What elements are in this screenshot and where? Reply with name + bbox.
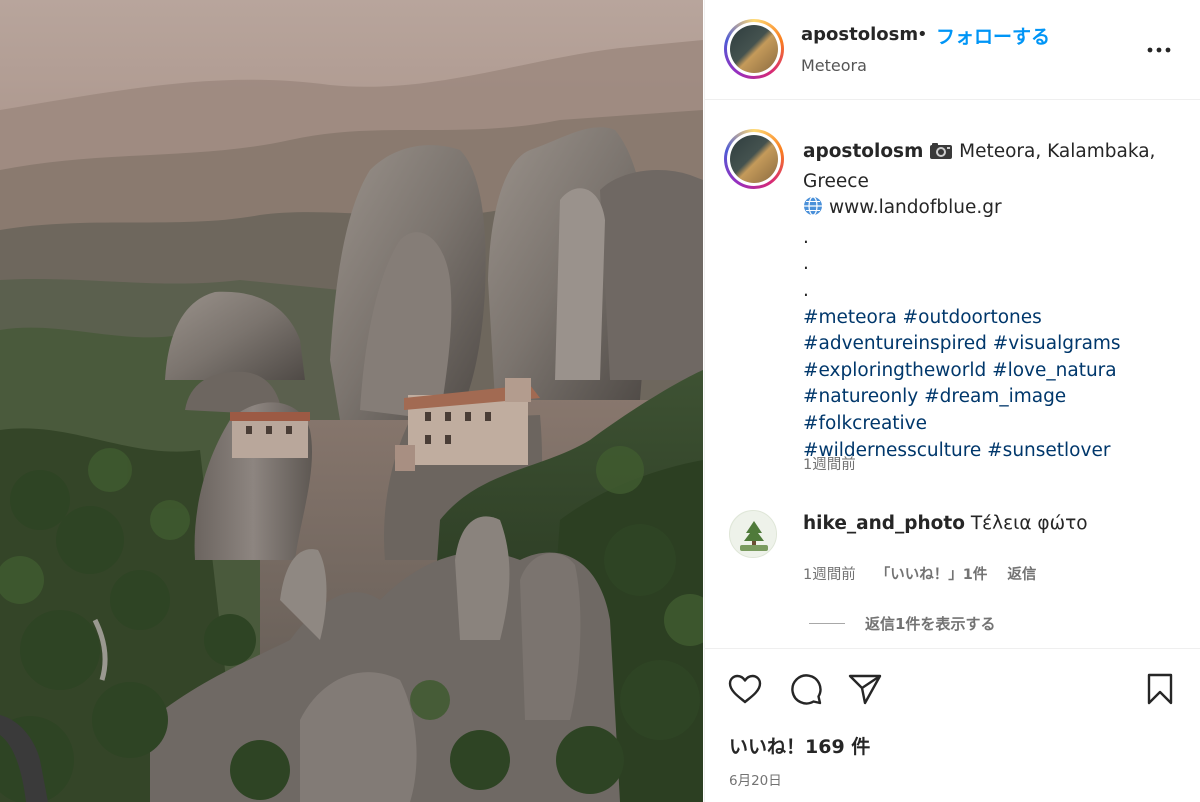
view-replies-button[interactable]: 返信1件を表示する (809, 613, 995, 634)
author-username[interactable]: apostolosm (801, 24, 918, 45)
reply-button[interactable]: 返信 (1007, 563, 1036, 584)
caption-dot: . (803, 253, 809, 275)
replies-divider-line (809, 623, 845, 624)
globe-icon (803, 196, 823, 225)
commenter-username[interactable]: hike_and_photo (803, 513, 965, 534)
caption-dot: . (803, 226, 809, 248)
post-date[interactable]: 6月20日 (729, 769, 782, 789)
comment-icon[interactable] (788, 671, 824, 707)
bookmark-icon[interactable] (1142, 671, 1178, 707)
caption-author-avatar[interactable] (724, 129, 784, 189)
caption-username[interactable]: apostolosm (803, 141, 923, 162)
commenter-avatar[interactable] (729, 510, 777, 558)
likes-count[interactable]: いいね！169 件 (729, 732, 870, 759)
post-actions-bar (705, 648, 1200, 728)
follow-button[interactable]: フォローする (936, 22, 1050, 49)
comment-timestamp[interactable]: 1週間前 (803, 563, 856, 584)
post-location[interactable]: Meteora (801, 56, 867, 75)
hashtags-line[interactable]: #natureonly #dream_image #folkcreative (803, 386, 1066, 434)
post-header: apostolosm • フォローする Meteora (705, 0, 1200, 100)
hashtags-line[interactable]: #meteora #outdoortones (803, 307, 1042, 328)
comment-text: hike_and_photo Τέλεια φώτο (803, 513, 1088, 534)
heart-icon[interactable] (727, 671, 763, 707)
post-details-panel: apostolosm • フォローする Meteora apostolosm M… (704, 0, 1200, 802)
comment: hike_and_photo Τέλεια φώτο 1週間前 「いいね！」1件… (705, 505, 1200, 645)
caption-text: apostolosm Meteora, Kalambaka, Greece ww… (803, 139, 1183, 464)
comment-likes-count[interactable]: 「いいね！」1件 (876, 563, 988, 584)
comment-meta: 1週間前 「いいね！」1件 返信 (803, 563, 1036, 584)
post-photo[interactable] (0, 0, 703, 802)
author-avatar[interactable] (724, 19, 784, 79)
meteora-landscape-image (0, 0, 703, 802)
hashtags-line[interactable]: #exploringtheworld #love_natura (803, 360, 1117, 381)
view-replies-label: 返信1件を表示する (865, 615, 996, 633)
caption-timestamp[interactable]: 1週間前 (803, 453, 856, 474)
more-options-icon[interactable] (1145, 36, 1173, 64)
hashtags-line[interactable]: #adventureinspired #visualgrams (803, 333, 1121, 354)
share-icon[interactable] (847, 671, 883, 707)
camera-icon (929, 142, 953, 169)
separator-dot: • (917, 24, 928, 45)
caption-dot: . (803, 279, 809, 301)
comment-body: Τέλεια φώτο (970, 513, 1088, 534)
caption-website: www.landofblue.gr (829, 197, 1002, 219)
